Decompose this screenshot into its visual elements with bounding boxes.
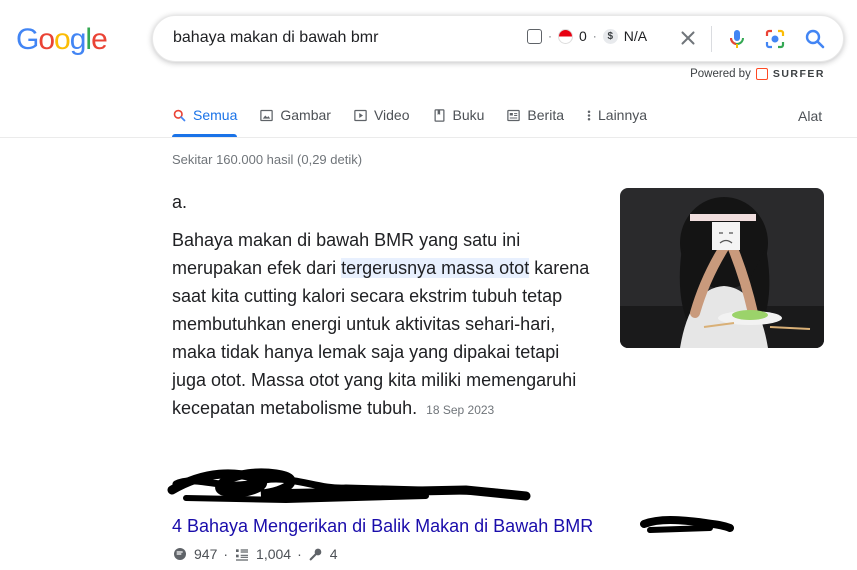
result-metrics: 947 · 1,004 · 4 [172, 546, 338, 562]
result-title-link[interactable]: 4 Bahaya Mengerikan di Balik Makan di Ba… [172, 516, 593, 537]
snippet-date: 18 Sep 2023 [426, 403, 495, 417]
extension-toolbar: · 0 · $ N/A [527, 28, 647, 44]
metric-value: 1,004 [256, 546, 292, 562]
search-box[interactable]: bahaya makan di bawah bmr · 0 · $ N/A [152, 15, 844, 62]
search-tabs: Semua Gambar Video Buku Berita Lainnya [172, 104, 647, 138]
tab-video[interactable]: Video [353, 104, 410, 126]
tab-label: Video [373, 107, 410, 123]
google-logo[interactable]: Google [16, 22, 108, 58]
snippet-image[interactable] [620, 188, 824, 348]
snippet-heading: a. [172, 192, 188, 212]
snippet-text: karena saat kita cutting kalori secara e… [172, 258, 590, 418]
header-divider [0, 137, 857, 138]
play-icon [354, 109, 367, 121]
redacted-domain [640, 516, 734, 533]
powered-by-surfer[interactable]: Powered by SURFER [690, 68, 825, 80]
powered-label: Powered by [690, 68, 751, 80]
tab-label: Buku [452, 107, 485, 123]
more-vert-icon [587, 110, 591, 120]
tab-label: Lainnya [598, 107, 648, 123]
camera-lens-icon[interactable] [763, 27, 787, 51]
separator-dot: · [548, 29, 552, 43]
redacted-source [167, 468, 531, 504]
news-icon [507, 109, 521, 121]
snippet-highlight: tergerusnya massa otot [341, 258, 530, 278]
dollar-icon: $ [602, 28, 618, 44]
ext-count: 0 [579, 28, 587, 44]
microphone-icon[interactable] [725, 27, 749, 51]
separator-dot: · [223, 546, 229, 562]
ext-value: N/A [623, 28, 648, 44]
surfer-icon [755, 68, 768, 80]
featured-snippet: Bahaya makan di bawah BMR yang satu ini … [172, 226, 592, 424]
image-icon [260, 109, 274, 121]
tab-gambar[interactable]: Gambar [259, 104, 331, 126]
search-icon[interactable] [803, 27, 827, 51]
tab-lainnya[interactable]: Lainnya [586, 104, 647, 126]
divider [711, 26, 712, 52]
tab-label: Berita [527, 107, 564, 123]
logo-letter: g [69, 23, 87, 56]
tab-berita[interactable]: Berita [506, 104, 564, 126]
list-icon [236, 549, 249, 561]
separator-dot: · [592, 29, 597, 43]
link-key-icon [309, 548, 322, 561]
surfer-brand: SURFER [772, 68, 825, 80]
logo-letter: e [91, 23, 108, 56]
book-icon [434, 108, 444, 122]
chat-bubble-icon [174, 548, 186, 560]
separator-dot: · [297, 546, 302, 562]
tab-label: Semua [193, 107, 238, 123]
search-icon [173, 109, 186, 121]
tab-label: Gambar [280, 107, 331, 123]
logo-letter: o [54, 23, 71, 56]
logo-letter: G [16, 23, 39, 56]
checkbox[interactable] [527, 28, 542, 44]
tools-button[interactable]: Alat [798, 108, 822, 124]
search-input[interactable]: bahaya makan di bawah bmr [173, 29, 378, 47]
tab-buku[interactable]: Buku [432, 104, 485, 126]
metric-value: 4 [329, 546, 338, 562]
logo-letter: o [38, 23, 55, 56]
result-stats: Sekitar 160.000 hasil (0,29 detik) [172, 152, 363, 167]
flag-icon [558, 28, 573, 44]
tab-semua[interactable]: Semua [172, 104, 237, 126]
metric-value: 947 [194, 546, 218, 562]
close-icon[interactable] [677, 27, 699, 49]
